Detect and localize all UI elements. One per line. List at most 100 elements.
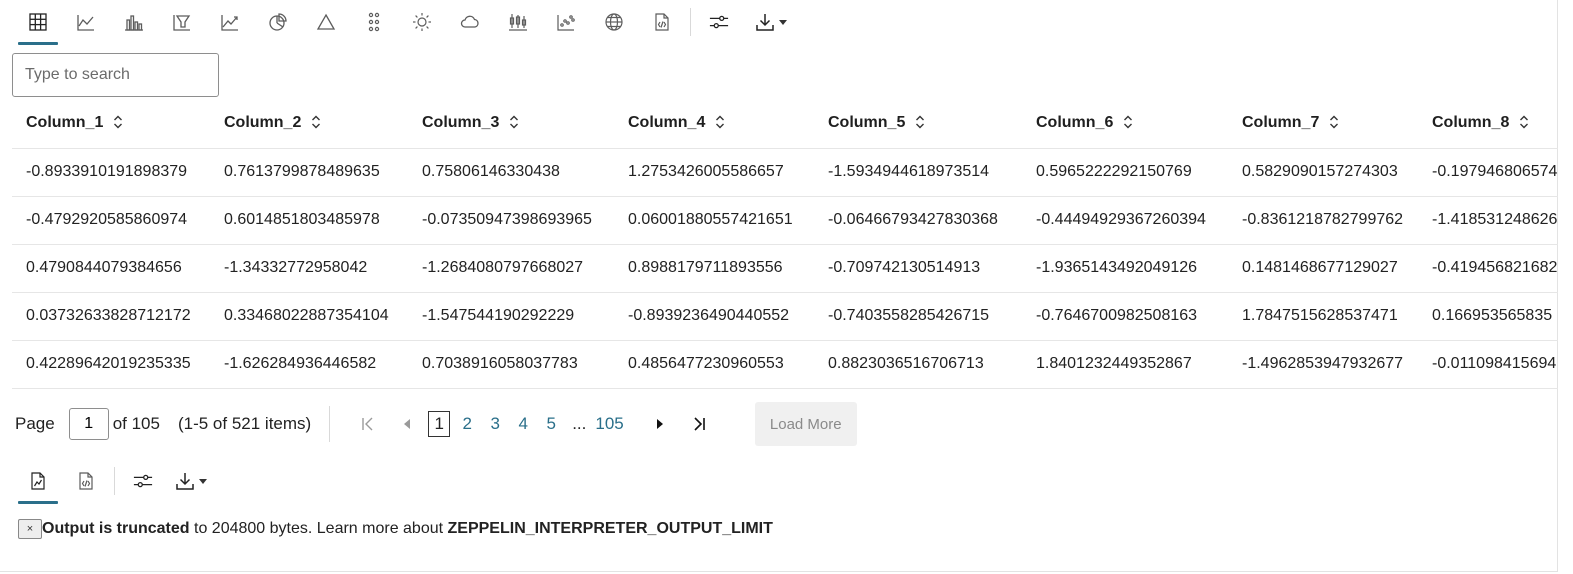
output-toolbar	[14, 460, 215, 504]
chevron-down-icon	[779, 19, 787, 25]
next-page-button[interactable]	[639, 408, 679, 440]
load-more-button[interactable]: Load More	[754, 402, 857, 446]
column-header-label: Column_8	[1432, 113, 1510, 131]
code-file-icon	[79, 472, 93, 490]
table-cell: 0.06001880557421651	[614, 196, 814, 245]
download-dropdown[interactable]	[743, 1, 799, 43]
table-cell: -0.8939236490440552	[614, 292, 814, 341]
table-cell: 0.5965222292150769	[1022, 148, 1228, 197]
table-cell: -1.2684080797668027	[408, 244, 614, 293]
pagination: Page of 105 (1-5 of 521 items) 12345 ...…	[15, 402, 857, 446]
funnel-chart-button[interactable]	[158, 1, 206, 43]
cloud-chart-button[interactable]	[446, 1, 494, 43]
page-number-1[interactable]: 1	[428, 411, 451, 437]
pie-chart-button[interactable]	[254, 1, 302, 43]
area-chart-button[interactable]	[206, 1, 254, 43]
toolbar-divider	[114, 467, 115, 495]
output-limit-link[interactable]: ZEPPELIN_INTERPRETER_OUTPUT_LIMIT	[448, 520, 773, 538]
table-row: 0.42289642019235335 -1.626284936446582 0.7…	[12, 340, 1558, 389]
caret-right-icon	[656, 419, 663, 429]
output-download-dropdown[interactable]	[167, 460, 215, 502]
boxplot-chart-button[interactable]	[494, 1, 542, 43]
previous-page-button[interactable]	[388, 408, 428, 440]
sun-icon	[413, 13, 431, 31]
output-settings-button[interactable]	[119, 460, 167, 502]
column-header[interactable]: Column_6	[1022, 98, 1228, 149]
download-icon	[756, 14, 774, 31]
table-view-button[interactable]	[14, 1, 62, 45]
page-number-5[interactable]: 5	[540, 414, 562, 434]
page-number-2[interactable]: 2	[456, 414, 478, 434]
map-chart-button[interactable]	[590, 1, 638, 43]
sunburst-chart-button[interactable]	[398, 1, 446, 43]
last-page-number[interactable]: 105	[590, 414, 628, 434]
download-icon	[176, 473, 194, 490]
dots-chart-button[interactable]	[350, 1, 398, 43]
table-cell: 0.4856477230960553	[614, 340, 814, 389]
line-chart-icon	[77, 15, 94, 31]
last-page-button[interactable]	[679, 408, 719, 440]
code-output-button[interactable]	[62, 460, 110, 502]
sort-icon[interactable]	[311, 115, 321, 129]
column-header[interactable]: Column_5	[814, 98, 1022, 149]
column-header[interactable]: Column_7	[1228, 98, 1418, 149]
code-view-button[interactable]	[638, 1, 686, 43]
table-cell: 0.6014851803485978	[210, 196, 408, 245]
bar-chart-button[interactable]	[110, 1, 158, 43]
pyramid-icon	[316, 13, 336, 30]
page-number-input[interactable]	[68, 408, 109, 440]
scatter-dots-icon	[368, 12, 380, 32]
table-cell: -0.419456821682	[1418, 244, 1558, 293]
table-icon	[29, 13, 47, 31]
sort-icon[interactable]	[915, 115, 925, 129]
column-header-label: Column_2	[224, 113, 302, 131]
line-chart-button[interactable]	[62, 1, 110, 43]
globe-icon	[605, 13, 623, 31]
sort-icon[interactable]	[113, 115, 123, 129]
table-cell: 0.42289642019235335	[12, 340, 210, 389]
pie-chart-icon	[269, 13, 287, 31]
sort-icon[interactable]	[715, 115, 725, 129]
scatter-chart-button[interactable]	[542, 1, 590, 43]
chart-output-button[interactable]	[14, 460, 62, 504]
notice-bold-text: Output is truncated	[42, 520, 190, 537]
column-header[interactable]: Column_8	[1418, 98, 1558, 149]
table-cell: 1.2753426005586657	[614, 148, 814, 197]
first-page-icon	[362, 417, 373, 431]
cloud-icon	[460, 15, 479, 28]
column-header-label: Column_5	[828, 113, 906, 131]
chart-file-icon	[31, 472, 45, 490]
table-cell: 0.4790844079384656	[12, 244, 210, 293]
settings-button[interactable]	[695, 1, 743, 43]
column-header[interactable]: Column_2	[210, 98, 408, 149]
page-number-4[interactable]: 4	[512, 414, 534, 434]
table-cell: -1.9365143492049126	[1022, 244, 1228, 293]
settings-sliders-icon	[709, 15, 729, 29]
table-cell: -1.34332772958042	[210, 244, 408, 293]
table-cell: -0.7403558285426715	[814, 292, 1022, 341]
table-cell: -1.418531248626	[1418, 196, 1558, 245]
column-header[interactable]: Column_3	[408, 98, 614, 149]
table-cell: -0.44494929367260394	[1022, 196, 1228, 245]
column-header[interactable]: Column_1	[12, 98, 210, 149]
table-cell: -0.8933910191898379	[12, 148, 210, 197]
pyramid-chart-button[interactable]	[302, 1, 350, 43]
table-cell: 0.7038916058037783	[408, 340, 614, 389]
table-cell: 0.8988179711893556	[614, 244, 814, 293]
pagination-divider	[329, 406, 331, 442]
close-notice-button[interactable]: ×	[18, 519, 42, 539]
sort-icon[interactable]	[509, 115, 519, 129]
first-page-button[interactable]	[348, 408, 388, 440]
item-range-label: (1-5 of 521 items)	[177, 414, 312, 433]
notice-text: to 204800 bytes. Learn more about	[189, 520, 448, 537]
column-header[interactable]: Column_4	[614, 98, 814, 149]
sort-icon[interactable]	[1123, 115, 1133, 129]
page-number-3[interactable]: 3	[484, 414, 506, 434]
column-header-label: Column_6	[1036, 113, 1114, 131]
sort-icon[interactable]	[1329, 115, 1339, 129]
search-input[interactable]	[12, 53, 219, 97]
table-row: -0.8933910191898379 0.7613799878489635 0.7…	[12, 148, 1558, 197]
visualization-toolbar	[14, 0, 799, 45]
chevron-down-icon	[199, 478, 207, 484]
sort-icon[interactable]	[1519, 115, 1529, 129]
